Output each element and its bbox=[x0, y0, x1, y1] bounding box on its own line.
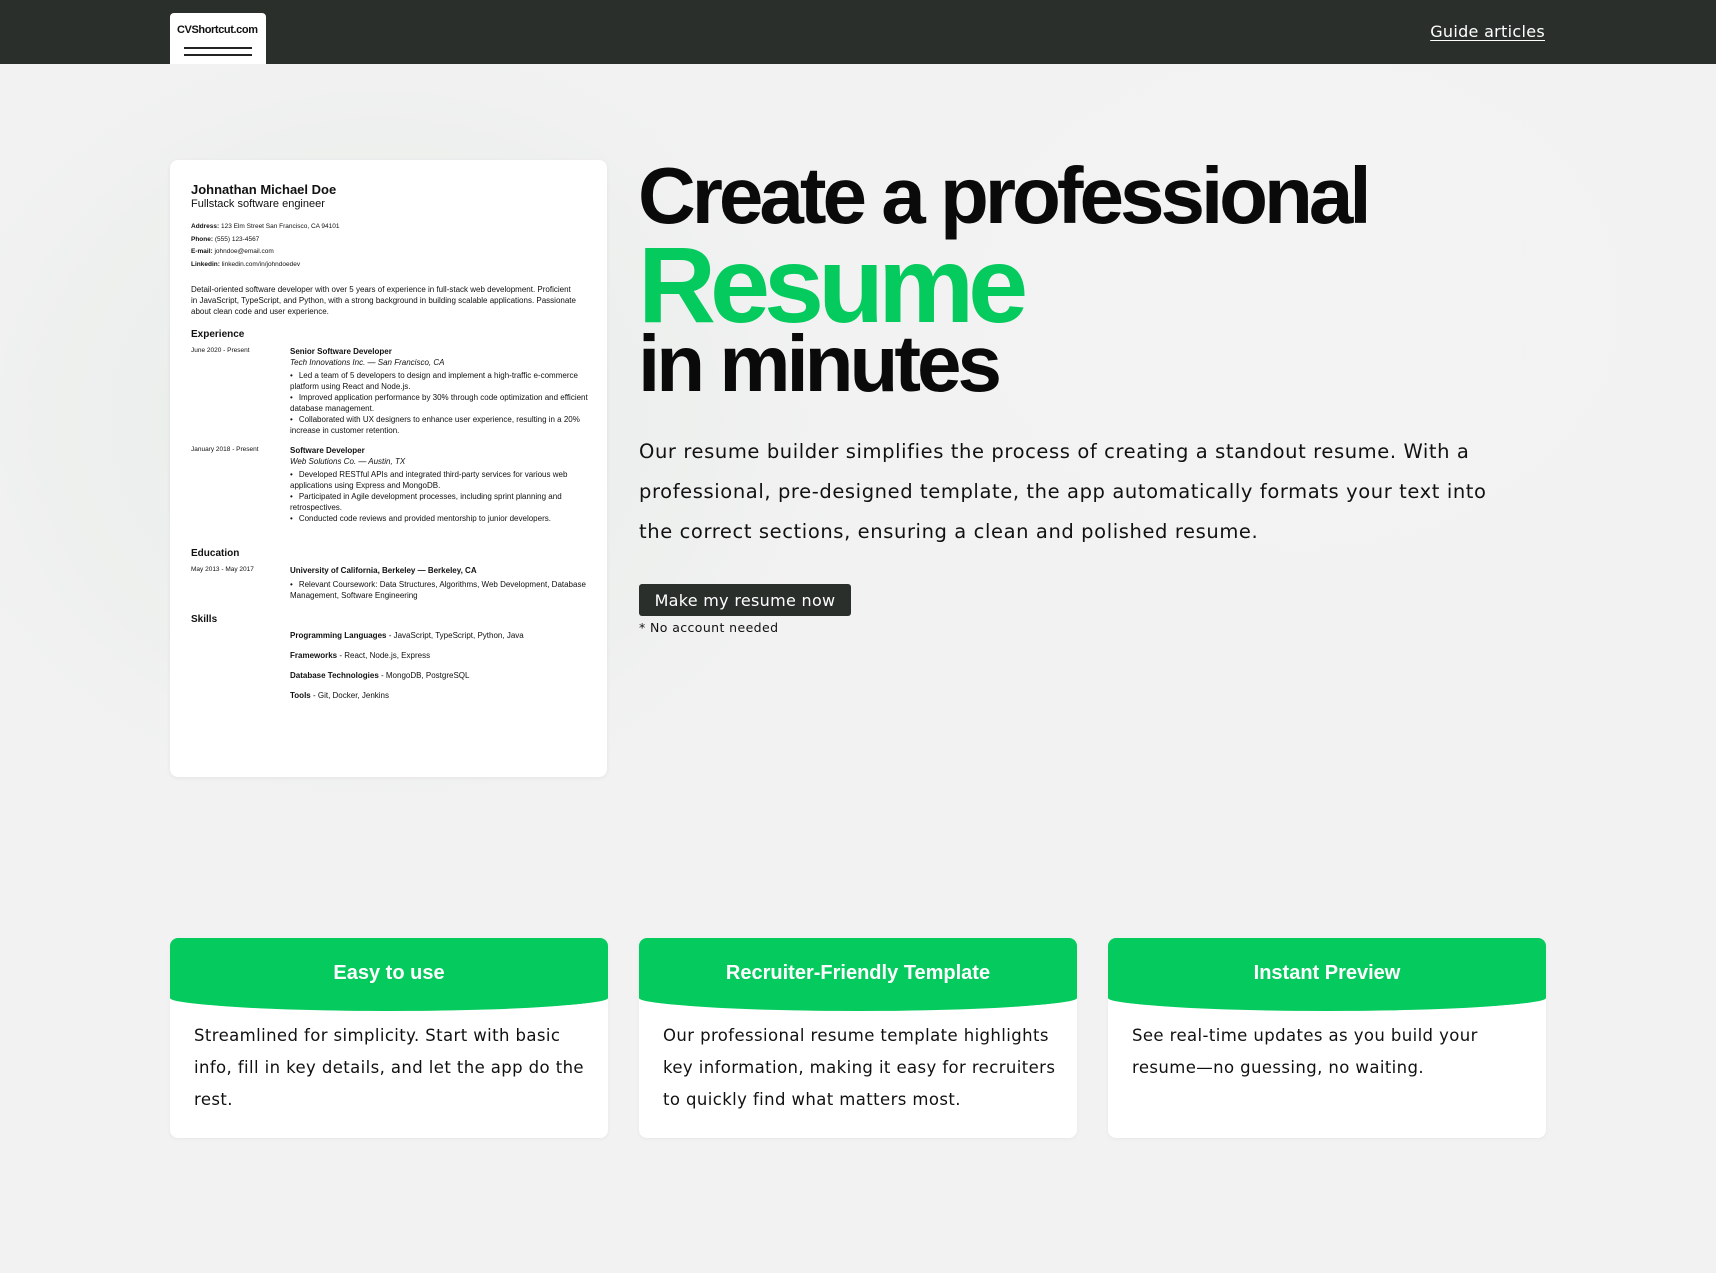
resume-role: Software Developer bbox=[290, 446, 365, 455]
feature-card-easy-to-use: Easy to use Streamlined for simplicity. … bbox=[170, 938, 608, 1138]
guide-articles-link[interactable]: Guide articles bbox=[1430, 22, 1545, 41]
hero-description: Our resume builder simplifies the proces… bbox=[639, 440, 1487, 543]
resume-bullet-list: Developed RESTful APIs and integrated th… bbox=[290, 469, 590, 524]
feature-title: Easy to use bbox=[333, 962, 445, 984]
resume-school: University of California, Berkeley — Ber… bbox=[290, 566, 477, 575]
feature-description: Our professional resume template highlig… bbox=[663, 1026, 1056, 1109]
top-navbar: CVShortcut.com Guide articles bbox=[0, 0, 1716, 64]
resume-skill: Tools - Git, Docker, Jenkins bbox=[290, 691, 389, 700]
resume-summary: Detail-oriented software developer with … bbox=[191, 285, 576, 316]
resume-contact-address: Address: 123 Elm Street San Francisco, C… bbox=[191, 223, 340, 230]
make-resume-button[interactable]: Make my resume now bbox=[639, 584, 851, 616]
resume-company: Web Solutions Co. — Austin, TX bbox=[290, 457, 406, 466]
resume-contact-email: E-mail: johndoe@email.com bbox=[191, 248, 274, 255]
feature-card-instant-preview: Instant Preview See real-time updates as… bbox=[1108, 938, 1546, 1138]
feature-title: Instant Preview bbox=[1253, 962, 1401, 984]
resume-contact-linkedin: Linkedin: linkedin.com/in/johndoedev bbox=[191, 261, 301, 268]
logo-underline bbox=[184, 47, 252, 49]
resume-bullet-list: Led a team of 5 developers to design and… bbox=[290, 370, 590, 436]
feature-description: Streamlined for simplicity. Start with b… bbox=[194, 1026, 584, 1109]
list-item: Participated in Agile development proces… bbox=[290, 491, 590, 513]
resume-skill: Database Technologies - MongoDB, Postgre… bbox=[290, 671, 470, 680]
resume-skill: Frameworks - React, Node.js, Express bbox=[290, 651, 431, 660]
resume-company: Tech Innovations Inc. — San Francisco, C… bbox=[290, 358, 445, 367]
resume-section-heading: Education bbox=[191, 548, 240, 559]
resume-section-heading: Experience bbox=[191, 329, 245, 340]
feature-description: See real-time updates as you build your … bbox=[1132, 1026, 1478, 1077]
resume-date: January 2018 - Present bbox=[191, 446, 259, 453]
resume-preview-card: Johnathan Michael Doe Fullstack software… bbox=[170, 160, 607, 777]
resume-job-title: Fullstack software engineer bbox=[191, 198, 325, 210]
logo-underline bbox=[184, 54, 252, 56]
list-item: Developed RESTful APIs and integrated th… bbox=[290, 469, 590, 491]
feature-card-recruiter-friendly: Recruiter-Friendly Template Our professi… bbox=[639, 938, 1077, 1138]
feature-title: Recruiter-Friendly Template bbox=[725, 962, 991, 984]
hero-heading-line-3: in minutes bbox=[638, 319, 1002, 408]
resume-name: Johnathan Michael Doe bbox=[191, 182, 337, 197]
resume-skill: Programming Languages - JavaScript, Type… bbox=[290, 631, 524, 640]
list-item: Improved application performance by 30% … bbox=[290, 392, 590, 414]
resume-contact-phone: Phone: (555) 123-4567 bbox=[191, 236, 260, 243]
logo[interactable]: CVShortcut.com bbox=[170, 13, 266, 64]
list-item: Conducted code reviews and provided ment… bbox=[290, 513, 590, 524]
list-item: Relevant Coursework: Data Structures, Al… bbox=[290, 579, 590, 601]
resume-role: Senior Software Developer bbox=[290, 347, 392, 356]
list-item: Led a team of 5 developers to design and… bbox=[290, 370, 590, 392]
no-account-note: * No account needed bbox=[639, 620, 779, 635]
resume-bullet-list: Relevant Coursework: Data Structures, Al… bbox=[290, 579, 590, 601]
resume-date: June 2020 - Present bbox=[191, 347, 250, 354]
list-item: Collaborated with UX designers to enhanc… bbox=[290, 414, 590, 436]
resume-date: May 2013 - May 2017 bbox=[191, 566, 254, 573]
logo-text: CVShortcut.com bbox=[177, 24, 258, 36]
resume-section-heading: Skills bbox=[191, 614, 218, 625]
